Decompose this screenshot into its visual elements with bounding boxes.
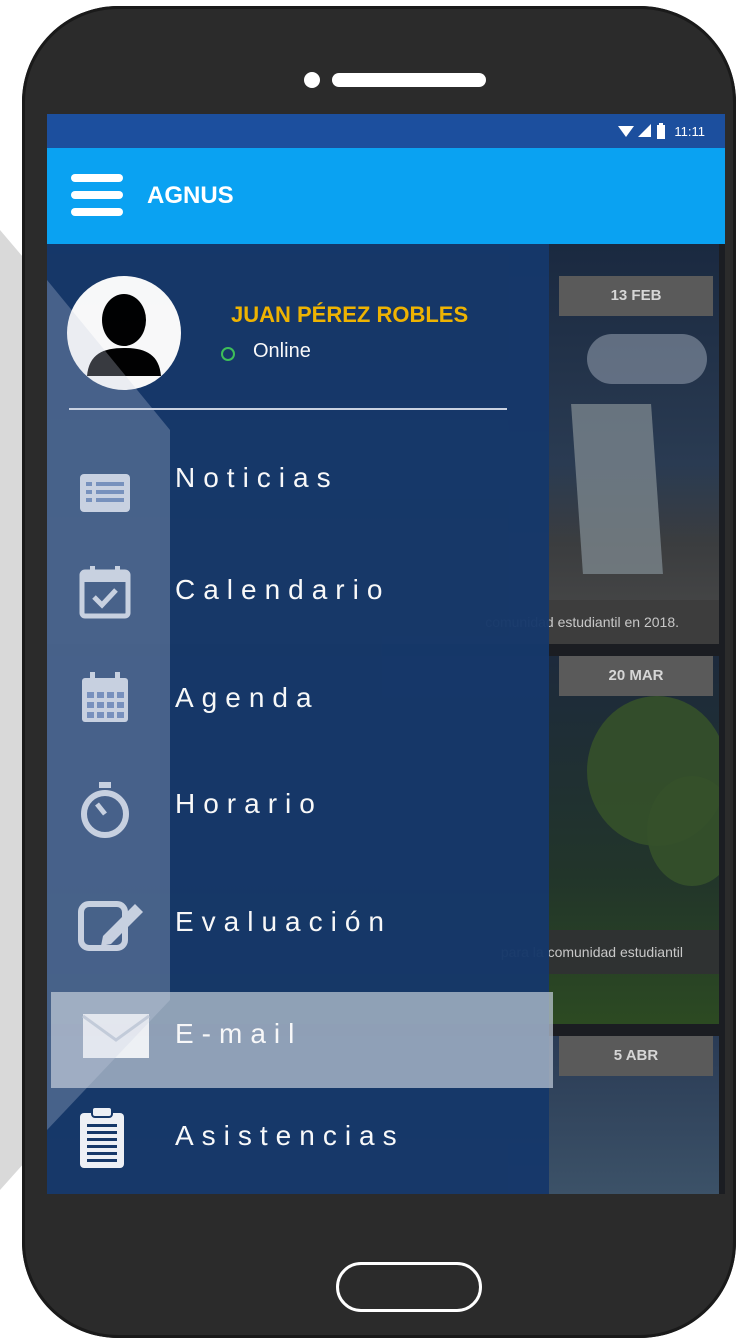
nav-label: Evaluación <box>175 906 392 937</box>
app-title: AGNUS <box>147 182 234 209</box>
nav-label: Agenda <box>175 682 320 713</box>
user-name: JUAN PÉREZ ROBLES <box>231 302 469 327</box>
stopwatch-icon <box>81 782 129 838</box>
signal-icon <box>638 124 652 137</box>
online-status-icon <box>221 347 235 361</box>
date-tag: 13 FEB <box>559 276 713 316</box>
card-image-building <box>571 404 663 574</box>
user-icon <box>87 294 161 376</box>
calendar-check-icon <box>79 566 131 619</box>
wifi-icon <box>618 126 635 137</box>
edit-icon <box>78 901 143 951</box>
avatar[interactable] <box>67 276 181 390</box>
clipboard-icon <box>80 1106 124 1168</box>
calendar-grid-icon <box>82 672 128 722</box>
navigation-drawer: JUAN PÉREZ ROBLES Online Noticias Calend… <box>47 244 553 1194</box>
status-bar: 11:11 <box>47 114 725 148</box>
nav-item-email[interactable]: E-mail <box>51 992 553 1088</box>
menu-icon[interactable] <box>71 174 123 216</box>
date-tag: 5 ABR <box>559 1036 713 1076</box>
camera-dot <box>304 72 320 88</box>
mail-icon <box>82 1014 150 1058</box>
nav-label: Calendario <box>175 574 391 605</box>
divider <box>69 408 507 410</box>
nav-item-calendario[interactable]: Calendario <box>47 550 549 646</box>
nav-label: Horario <box>175 788 323 819</box>
nav-item-noticias[interactable]: Noticias <box>47 440 549 536</box>
nav-item-horario[interactable]: Horario <box>47 764 549 860</box>
news-icon <box>80 474 130 512</box>
nav-label: E-mail <box>175 1018 303 1049</box>
phone-screen: 11:11 AGNUS 13 FEB comunidad estudiantil… <box>47 114 725 1194</box>
card-image-cloud <box>587 334 707 384</box>
app-bar: AGNUS <box>47 148 725 244</box>
nav-label: Noticias <box>175 462 339 493</box>
nav-item-evaluacion[interactable]: Evaluación <box>47 878 549 974</box>
home-button[interactable] <box>336 1262 482 1312</box>
status-time: 11:11 <box>674 123 705 139</box>
battery-icon <box>657 123 666 139</box>
nav-item-agenda[interactable]: Agenda <box>47 658 549 754</box>
date-tag: 20 MAR <box>559 656 713 696</box>
nav-label: Asistencias <box>175 1120 405 1151</box>
speaker-grille <box>332 73 486 87</box>
online-status: Online <box>253 340 311 362</box>
nav-item-asistencias[interactable]: Asistencias <box>47 1096 549 1192</box>
